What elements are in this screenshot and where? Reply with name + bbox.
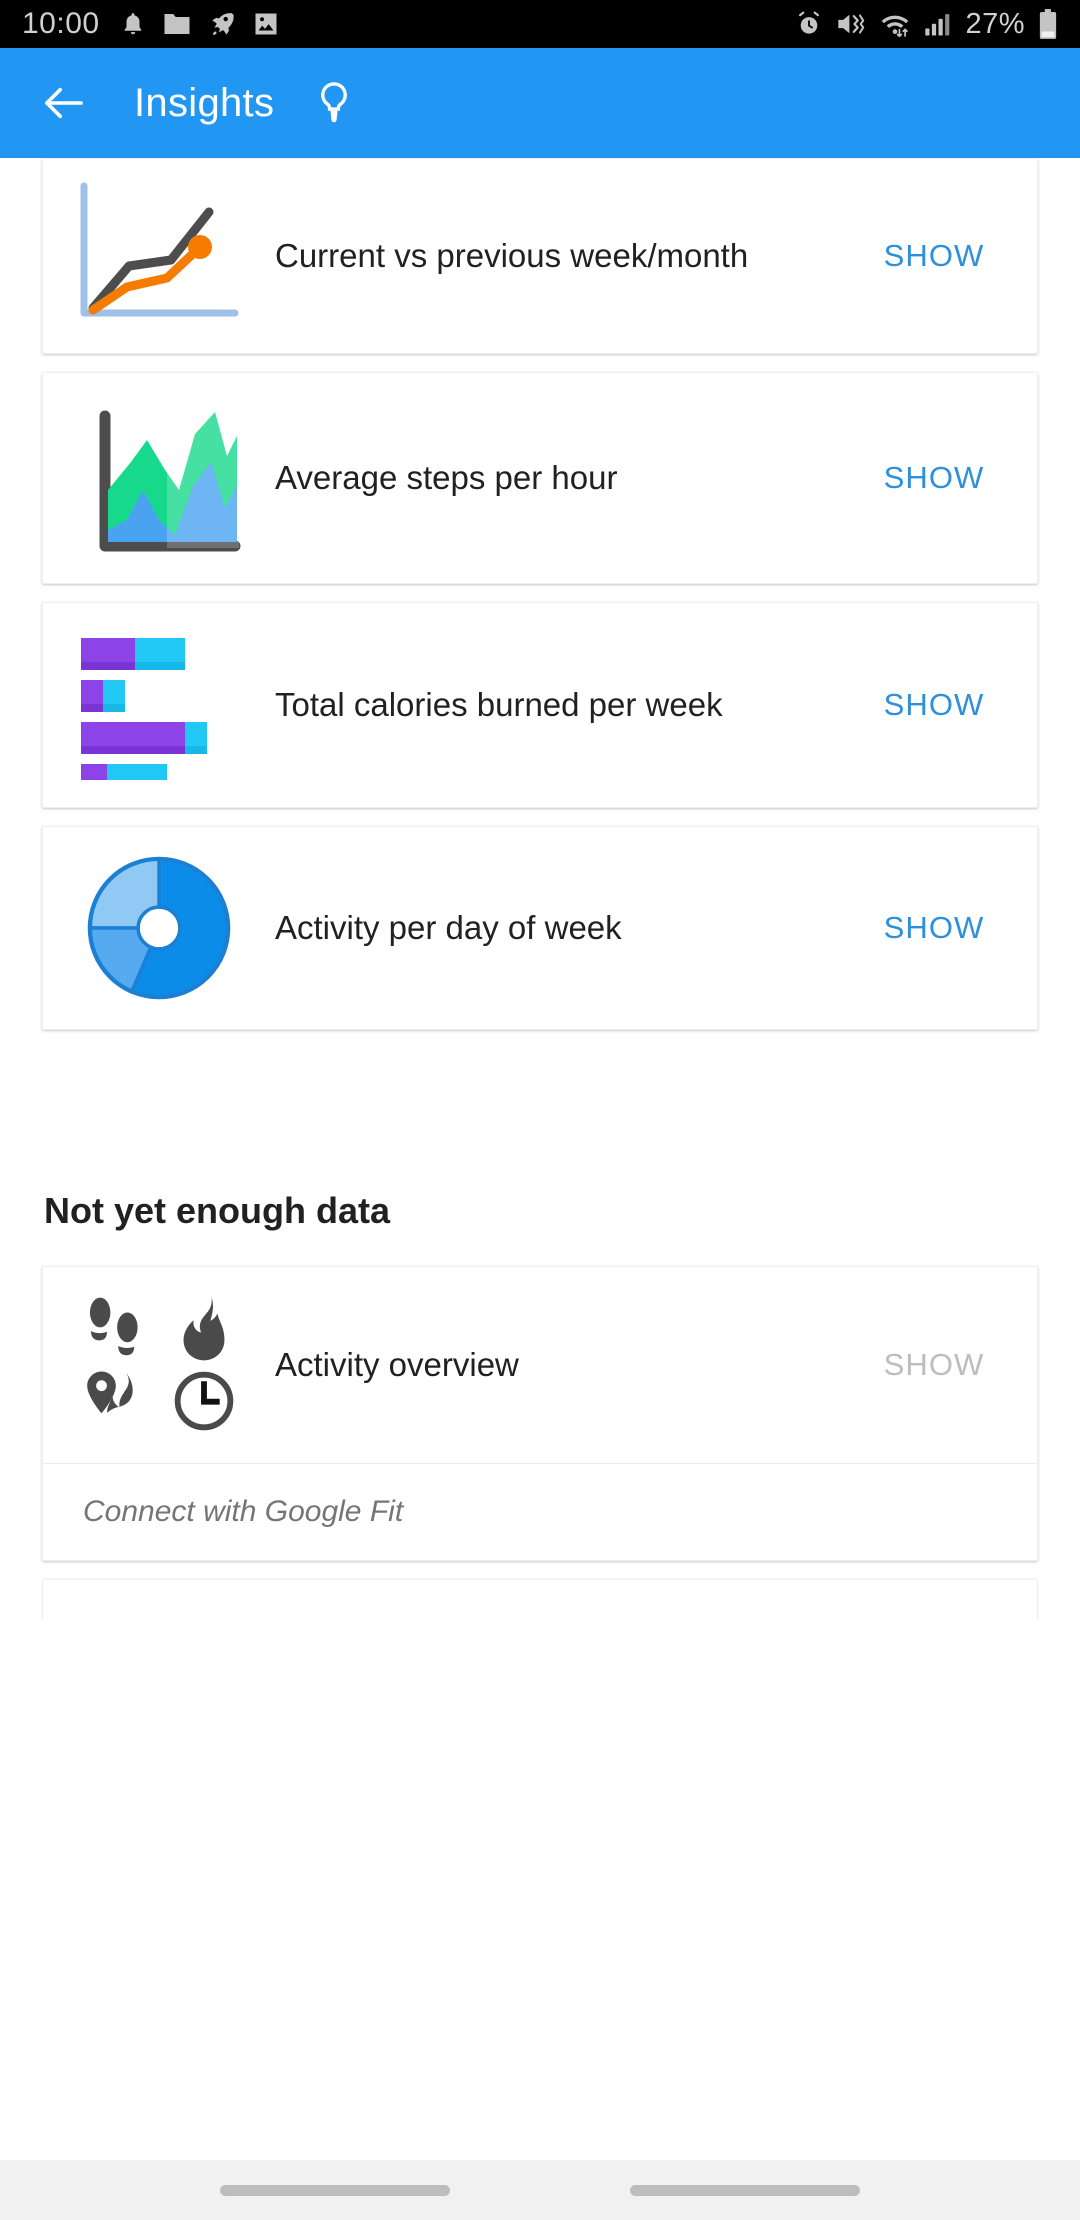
page-title: Insights <box>134 80 275 125</box>
status-bar-left: 10:00 <box>22 7 280 41</box>
stacked-bar-chart-icon <box>43 630 275 780</box>
insight-card-current-vs-previous[interactable]: Current vs previous week/month SHOW <box>42 158 1038 354</box>
insight-card-activity-overview[interactable]: Activity overview SHOW Connect with Goog… <box>42 1266 1038 1561</box>
clock-icon <box>173 1370 235 1432</box>
insight-card-activity-per-day[interactable]: Activity per day of week SHOW <box>42 826 1038 1030</box>
insight-card-average-steps-per-hour[interactable]: Average steps per hour SHOW <box>42 372 1038 584</box>
show-button[interactable]: SHOW <box>831 910 1037 946</box>
vibrate-icon <box>836 11 866 37</box>
show-button-disabled: SHOW <box>883 1347 985 1382</box>
status-clock: 10:00 <box>22 7 100 40</box>
insight-card-label: Average steps per hour <box>275 458 618 496</box>
footsteps-icon <box>84 1296 146 1362</box>
activity-overview-row: Activity overview SHOW <box>43 1267 1037 1463</box>
battery-icon <box>1038 8 1058 40</box>
nav-pill-right[interactable] <box>630 2184 860 2196</box>
rocket-icon <box>208 10 236 38</box>
app-bar: Insights <box>0 48 1080 158</box>
insight-card-total-calories-per-week[interactable]: Total calories burned per week SHOW <box>42 602 1038 808</box>
show-button[interactable]: SHOW <box>831 687 1037 723</box>
insight-card-label: Activity per day of week <box>275 908 622 946</box>
insight-card-label: Current vs previous week/month <box>275 236 749 274</box>
battery-percent-label: 27% <box>965 7 1025 40</box>
back-arrow-icon[interactable] <box>38 77 90 129</box>
folder-icon <box>162 11 192 37</box>
insight-card-label: Total calories burned per week <box>275 685 723 723</box>
insights-content: Current vs previous week/month SHOW Aver… <box>0 158 1080 2220</box>
nav-pill-left[interactable] <box>220 2184 450 2196</box>
alarm-icon <box>795 10 823 38</box>
activity-overview-icon-grid <box>43 1296 275 1434</box>
flame-icon <box>175 1296 233 1362</box>
donut-chart-icon <box>43 856 275 1000</box>
section-heading-not-enough-data: Not yet enough data <box>44 1190 391 1231</box>
insight-card-label: Activity overview <box>275 1345 519 1383</box>
line-chart-icon <box>43 182 275 330</box>
location-pin-icon <box>83 1369 147 1433</box>
system-navigation-bar <box>0 2160 1080 2220</box>
wifi-icon <box>879 10 911 38</box>
bell-icon <box>120 10 146 38</box>
next-card-partial[interactable] <box>42 1579 1038 1619</box>
image-icon <box>252 10 280 38</box>
area-chart-icon <box>43 398 275 558</box>
status-bar: 10:00 27% <box>0 0 1080 48</box>
signal-icon <box>924 11 952 37</box>
status-bar-right: 27% <box>795 8 1058 41</box>
show-button[interactable]: SHOW <box>831 238 1037 274</box>
show-button[interactable]: SHOW <box>831 460 1037 496</box>
connect-google-fit-note[interactable]: Connect with Google Fit <box>43 1464 1037 1560</box>
lightbulb-icon[interactable] <box>312 81 356 125</box>
